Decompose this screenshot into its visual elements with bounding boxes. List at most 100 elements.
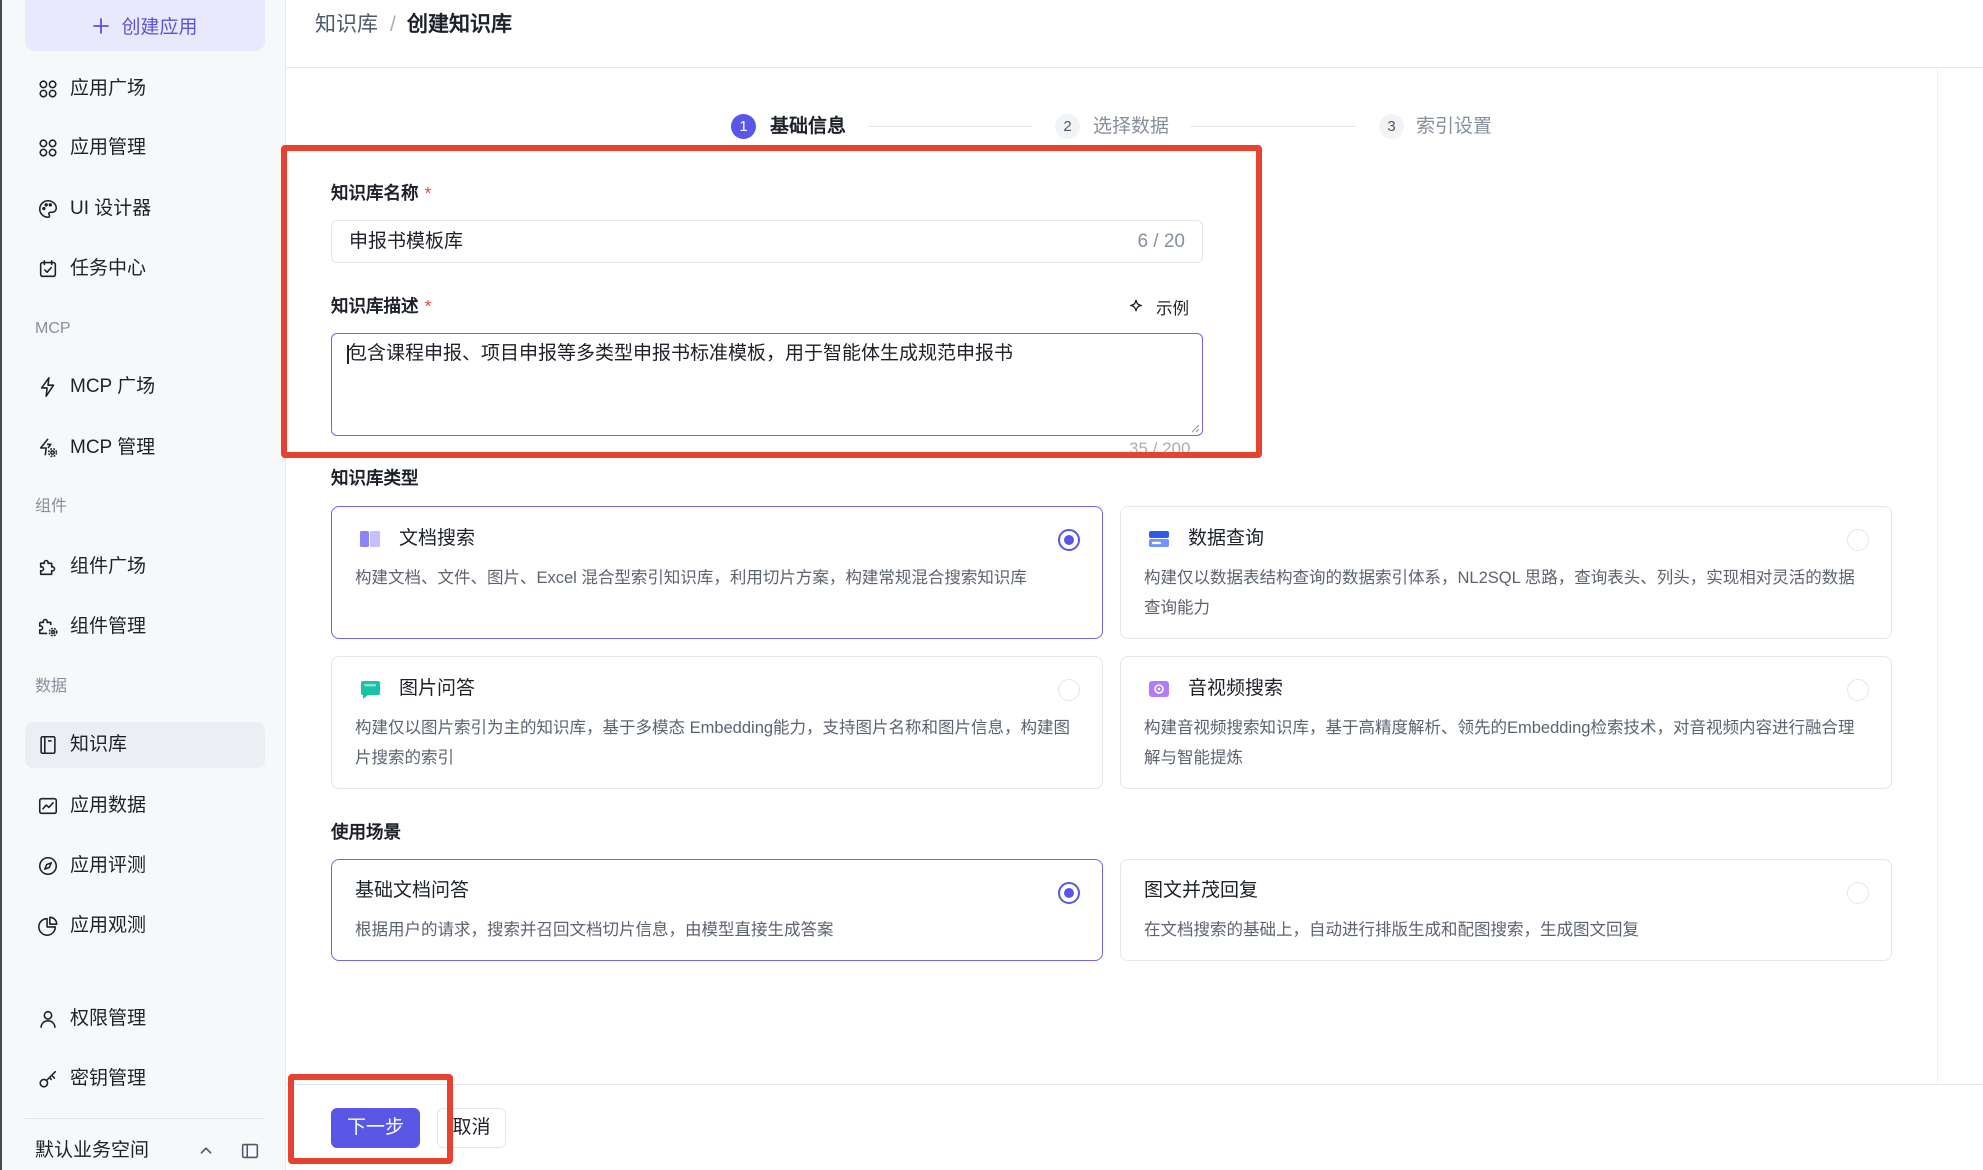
sidebar-item-label: 任务中心 xyxy=(70,258,147,279)
kb-type-desc: 构建文档、文件、图片、Excel 混合型索引知识库，利用切片方案，构建常规混合搜… xyxy=(355,569,1027,587)
scene-desc: 根据用户的请求，搜索并召回文档切片信息，由模型直接生成答案 xyxy=(355,921,834,939)
sidebar-item-app-observe[interactable]: 应用观测 xyxy=(25,903,265,949)
sidebar-item-mcp-manage[interactable]: MCP 管理 xyxy=(25,425,265,471)
sidebar-item-app-evaluation[interactable]: 应用评测 xyxy=(25,843,265,889)
kb-type-card-data-query[interactable]: 数据查询 构建仅以数据表结构查询的数据索引体系，NL2SQL 思路，查询表头、列… xyxy=(1120,506,1892,639)
sidebar-item-label: 知识库 xyxy=(70,734,128,755)
kb-name-label-text: 知识库名称 xyxy=(331,183,419,203)
data-query-icon xyxy=(1147,527,1171,551)
radio-button[interactable] xyxy=(1847,882,1869,904)
av-search-icon xyxy=(1147,677,1171,701)
sidebar-item-key-manage[interactable]: 密钥管理 xyxy=(25,1056,265,1102)
collapse-panel-icon[interactable] xyxy=(239,1140,261,1162)
sidebar-item-component-square[interactable]: 组件广场 xyxy=(25,544,265,590)
workspace-selector[interactable]: 默认业务空间 xyxy=(35,1138,149,1164)
kb-desc-label-text: 知识库描述 xyxy=(331,296,419,316)
sidebar-item-label: 组件管理 xyxy=(70,616,147,637)
kb-name-input[interactable]: 申报书模板库 6 / 20 xyxy=(331,220,1203,263)
kb-desc-label: 知识库描述 * xyxy=(331,295,431,318)
sidebar-item-label: 密钥管理 xyxy=(70,1068,147,1089)
section-label-components: 组件 xyxy=(35,498,68,515)
radio-button[interactable] xyxy=(1847,679,1869,701)
chevron-up-icon[interactable] xyxy=(195,1140,217,1162)
radio-button[interactable] xyxy=(1058,679,1080,701)
key-icon xyxy=(37,1068,59,1090)
page-header: 知识库 / 创建知识库 xyxy=(286,0,1983,68)
radio-button[interactable] xyxy=(1847,529,1869,551)
scene-title: 基础文档问答 xyxy=(355,880,470,901)
image-qa-icon xyxy=(358,677,382,701)
sidebar: 创建应用 应用广场 应用管理 UI 设计器 任务中心 MCP MCP 广场 MC… xyxy=(2,0,286,1170)
step-3-label: 索引设置 xyxy=(1416,116,1493,137)
example-button[interactable]: 示例 xyxy=(1127,295,1189,318)
user-icon xyxy=(37,1008,59,1030)
kb-name-value: 申报书模板库 xyxy=(349,231,464,252)
breadcrumb-separator: / xyxy=(390,13,396,36)
page-title: 创建知识库 xyxy=(407,13,512,36)
pie-chart-icon xyxy=(37,915,59,937)
kb-desc-counter: 35 / 200 xyxy=(1129,439,1191,458)
task-icon xyxy=(37,258,59,280)
lightning-icon xyxy=(37,376,59,398)
sidebar-divider xyxy=(25,1118,265,1119)
plus-icon xyxy=(92,17,110,35)
chart-icon xyxy=(37,795,59,817)
sidebar-item-mcp-square[interactable]: MCP 广场 xyxy=(25,364,265,410)
next-step-button[interactable]: 下一步 xyxy=(331,1108,420,1148)
step-1-number: 1 xyxy=(731,114,756,139)
kb-type-label: 知识库类型 xyxy=(331,468,419,488)
kb-type-desc: 构建音视频搜索知识库，基于高精度解析、领先的Embedding检索技术，对音视频… xyxy=(1144,719,1855,767)
sidebar-item-knowledge-base[interactable]: 知识库 xyxy=(25,722,265,768)
scene-title: 图文并茂回复 xyxy=(1144,880,1259,901)
footer-divider xyxy=(286,1084,1983,1085)
scene-card-basic-doc-qa[interactable]: 基础文档问答 根据用户的请求，搜索并召回文档切片信息，由模型直接生成答案 xyxy=(331,859,1103,961)
sidebar-item-label: 应用数据 xyxy=(70,795,147,816)
kb-type-card-image-qa[interactable]: 图片问答 构建仅以图片索引为主的知识库，基于多模态 Embedding能力，支持… xyxy=(331,656,1103,789)
scene-card-rich-reply[interactable]: 图文并茂回复 在文档搜索的基础上，自动进行排版生成和配图搜索，生成图文回复 xyxy=(1120,859,1892,961)
example-label: 示例 xyxy=(1156,299,1189,318)
step-1-label: 基础信息 xyxy=(770,116,847,137)
sidebar-item-label: 组件广场 xyxy=(70,556,147,577)
kb-type-title: 文档搜索 xyxy=(399,528,476,549)
scene-desc: 在文档搜索的基础上，自动进行排版生成和配图搜索，生成图文回复 xyxy=(1144,921,1639,939)
sidebar-item-app-manage[interactable]: 应用管理 xyxy=(25,125,265,171)
puzzle-icon xyxy=(37,556,59,578)
step-2-number: 2 xyxy=(1055,114,1080,139)
required-mark: * xyxy=(424,296,432,316)
sidebar-item-label: 应用评测 xyxy=(70,855,147,876)
kb-type-card-doc-search[interactable]: 文档搜索 构建文档、文件、图片、Excel 混合型索引知识库，利用切片方案，构建… xyxy=(331,506,1103,639)
cancel-button[interactable]: 取消 xyxy=(437,1108,506,1148)
app-square-icon xyxy=(37,78,59,100)
kb-desc-textarea[interactable]: 包含课程申报、项目申报等多类型申报书标准模板，用于智能体生成规范申报书 xyxy=(331,333,1203,436)
sidebar-item-task-center[interactable]: 任务中心 xyxy=(25,246,265,292)
puzzle-settings-icon xyxy=(37,616,59,638)
kb-type-title: 数据查询 xyxy=(1188,528,1265,549)
breadcrumb-knowledge-base[interactable]: 知识库 xyxy=(315,0,378,50)
sidebar-item-component-manage[interactable]: 组件管理 xyxy=(25,604,265,650)
section-label-mcp: MCP xyxy=(35,320,71,337)
compass-icon xyxy=(37,855,59,877)
create-app-label: 创建应用 xyxy=(121,17,198,38)
step-connector xyxy=(1190,126,1356,127)
radio-button[interactable] xyxy=(1058,529,1080,551)
section-label-data: 数据 xyxy=(35,678,68,695)
kb-type-desc: 构建仅以图片索引为主的知识库，基于多模态 Embedding能力，支持图片名称和… xyxy=(355,719,1071,767)
resize-handle-icon[interactable] xyxy=(1190,423,1200,433)
sidebar-item-app-data[interactable]: 应用数据 xyxy=(25,783,265,829)
sparkle-icon xyxy=(1127,298,1145,316)
kb-type-title: 图片问答 xyxy=(399,678,476,699)
sidebar-item-app-square[interactable]: 应用广场 xyxy=(25,66,265,112)
kb-type-desc: 构建仅以数据表结构查询的数据索引体系，NL2SQL 思路，查询表头、列头，实现相… xyxy=(1144,569,1855,617)
sidebar-item-label: 权限管理 xyxy=(70,1008,147,1029)
kb-name-label: 知识库名称 * xyxy=(331,182,431,205)
step-3-number: 3 xyxy=(1379,114,1404,139)
kb-desc-value: 包含课程申报、项目申报等多类型申报书标准模板，用于智能体生成规范申报书 xyxy=(348,343,1014,364)
create-app-button[interactable]: 创建应用 xyxy=(25,0,265,51)
radio-button[interactable] xyxy=(1058,882,1080,904)
step-connector xyxy=(868,126,1032,127)
sidebar-item-permission[interactable]: 权限管理 xyxy=(25,996,265,1042)
sidebar-item-label: MCP 广场 xyxy=(70,376,156,397)
sidebar-item-ui-designer[interactable]: UI 设计器 xyxy=(25,186,265,232)
sidebar-item-label: MCP 管理 xyxy=(70,437,156,458)
kb-type-card-av-search[interactable]: 音视频搜索 构建音视频搜索知识库，基于高精度解析、领先的Embedding检索技… xyxy=(1120,656,1892,789)
